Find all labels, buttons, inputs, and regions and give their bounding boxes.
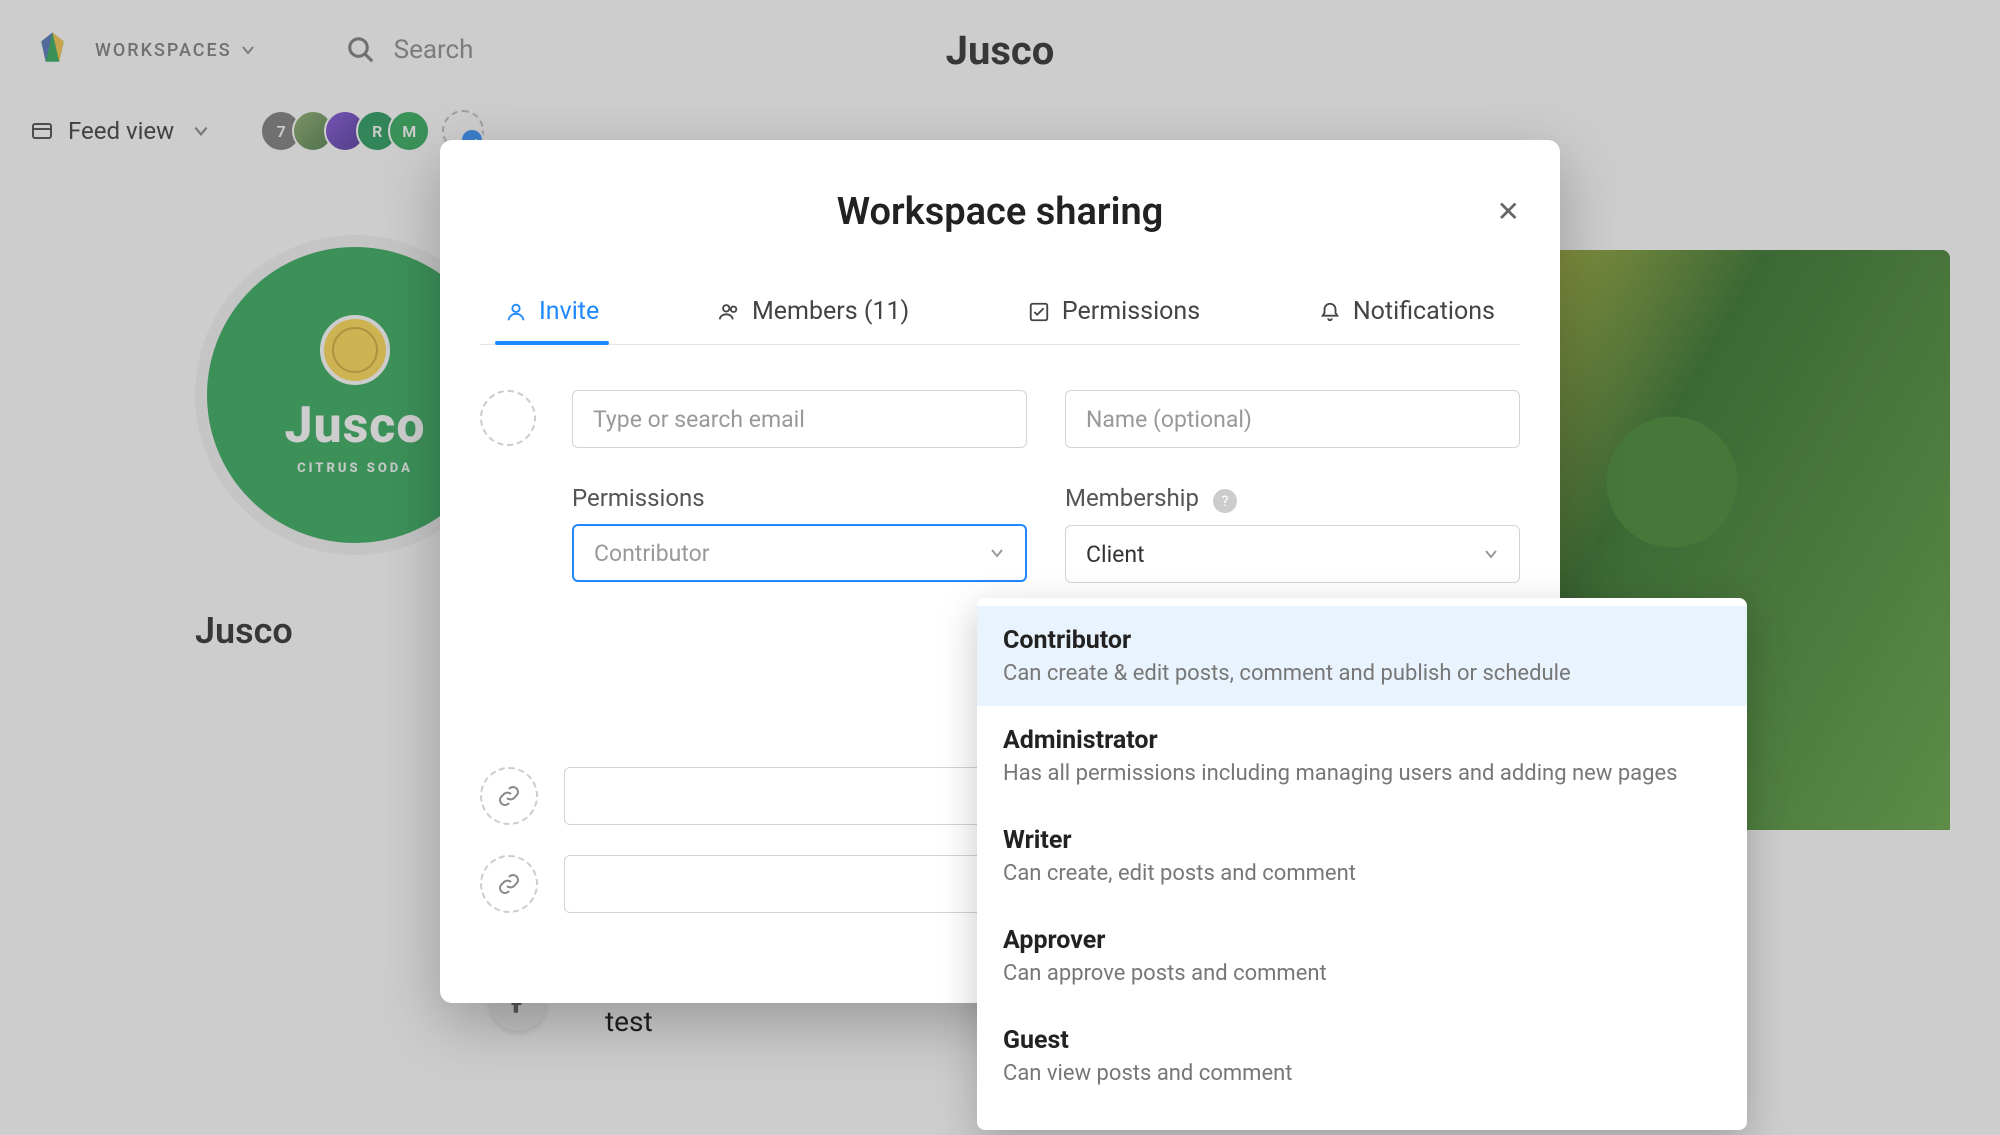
chevron-down-icon bbox=[989, 545, 1005, 561]
users-icon bbox=[718, 301, 740, 323]
tab-invite-label: Invite bbox=[539, 297, 599, 326]
bell-icon bbox=[1319, 301, 1341, 323]
tab-notifications-label: Notifications bbox=[1353, 297, 1495, 326]
link-icon bbox=[480, 767, 538, 825]
tab-permissions-label: Permissions bbox=[1062, 297, 1200, 326]
dropdown-item-guest[interactable]: Guest Can view posts and comment bbox=[977, 1006, 1747, 1106]
avatar-placeholder bbox=[480, 390, 536, 446]
tab-members-label: Members (11) bbox=[752, 297, 909, 326]
modal-title: Workspace sharing bbox=[480, 190, 1520, 234]
dropdown-item-desc: Can approve posts and comment bbox=[1003, 961, 1721, 986]
help-icon[interactable]: ? bbox=[1213, 489, 1237, 513]
tab-permissions[interactable]: Permissions bbox=[1018, 279, 1210, 344]
tab-members[interactable]: Members (11) bbox=[708, 279, 919, 344]
dropdown-item-title: Contributor bbox=[1003, 626, 1721, 655]
close-icon[interactable]: ✕ bbox=[1497, 195, 1520, 228]
permissions-value: Contributor bbox=[594, 540, 710, 567]
email-input[interactable] bbox=[572, 390, 1027, 448]
permissions-select[interactable]: Contributor bbox=[572, 524, 1027, 582]
checkbox-icon bbox=[1028, 301, 1050, 323]
membership-select[interactable]: Client bbox=[1065, 525, 1520, 583]
chevron-down-icon bbox=[1483, 546, 1499, 562]
membership-value: Client bbox=[1086, 541, 1145, 568]
dropdown-item-desc: Can view posts and comment bbox=[1003, 1061, 1721, 1086]
modal-tabs: Invite Members (11) Permissions Notifica… bbox=[480, 279, 1520, 345]
user-icon bbox=[505, 301, 527, 323]
dropdown-item-writer[interactable]: Writer Can create, edit posts and commen… bbox=[977, 806, 1747, 906]
permissions-dropdown: Contributor Can create & edit posts, com… bbox=[977, 598, 1747, 1130]
tab-invite[interactable]: Invite bbox=[495, 279, 609, 344]
dropdown-item-contributor[interactable]: Contributor Can create & edit posts, com… bbox=[977, 606, 1747, 706]
dropdown-item-title: Administrator bbox=[1003, 726, 1721, 755]
permissions-label: Permissions bbox=[572, 484, 1027, 512]
dropdown-item-desc: Can create, edit posts and comment bbox=[1003, 861, 1721, 886]
dropdown-item-title: Guest bbox=[1003, 1026, 1721, 1055]
dropdown-item-title: Approver bbox=[1003, 926, 1721, 955]
link-icon bbox=[480, 855, 538, 913]
tab-notifications[interactable]: Notifications bbox=[1309, 279, 1505, 344]
dropdown-item-title: Writer bbox=[1003, 826, 1721, 855]
dropdown-item-desc: Can create & edit posts, comment and pub… bbox=[1003, 661, 1721, 686]
name-input[interactable] bbox=[1065, 390, 1520, 448]
membership-label: Membership ? bbox=[1065, 484, 1520, 513]
dropdown-item-desc: Has all permissions including managing u… bbox=[1003, 761, 1721, 786]
dropdown-item-administrator[interactable]: Administrator Has all permissions includ… bbox=[977, 706, 1747, 806]
dropdown-item-approver[interactable]: Approver Can approve posts and comment bbox=[977, 906, 1747, 1006]
invite-form: Permissions Contributor Membership ? Cli… bbox=[480, 390, 1520, 583]
